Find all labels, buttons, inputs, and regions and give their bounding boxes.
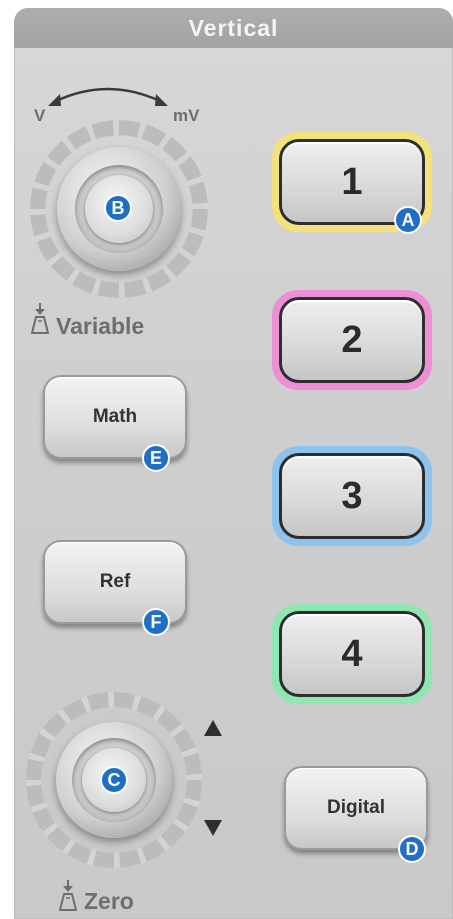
ref-button-label: Ref — [99, 571, 131, 592]
callout-badge-f: F — [142, 608, 170, 636]
callout-badge-a: A — [394, 206, 422, 234]
callout-badge-d: D — [398, 835, 426, 863]
math-button[interactable]: Math — [43, 375, 187, 459]
math-button-label: Math — [92, 406, 138, 427]
channel-4-label: 4 — [341, 632, 363, 675]
variable-label: Variable — [56, 313, 145, 339]
push-knob-icon — [30, 303, 50, 334]
zero-label: Zero — [84, 888, 134, 914]
channel-2-label: 2 — [341, 318, 363, 361]
callout-badge-c: C — [100, 766, 128, 794]
channel-3-button[interactable]: 3 — [272, 446, 432, 546]
channel-4-key: 4 — [279, 611, 425, 697]
panel-header: Vertical — [14, 8, 453, 48]
rotation-arrow-icon — [48, 87, 168, 106]
offset-down-arrow-icon — [204, 820, 222, 836]
channel-2-button[interactable]: 2 — [272, 290, 432, 390]
channel-3-key: 3 — [279, 453, 425, 539]
panel-title: Vertical — [188, 14, 279, 41]
channel-2-key: 2 — [279, 297, 425, 383]
vertical-scale-knob[interactable]: B — [30, 120, 208, 298]
digital-button-label: Digital — [326, 797, 386, 818]
callout-badge-b: B — [104, 194, 132, 222]
channel-1-label: 1 — [341, 160, 363, 203]
vertical-offset-knob[interactable]: C — [26, 692, 202, 868]
vertical-panel: Vertical V mV B Variable Math E Ref F C — [14, 8, 453, 919]
channel-4-button[interactable]: 4 — [272, 604, 432, 704]
push-knob-icon — [58, 880, 78, 911]
channel-3-label: 3 — [341, 474, 363, 517]
callout-badge-e: E — [142, 444, 170, 472]
offset-up-arrow-icon — [204, 720, 222, 736]
